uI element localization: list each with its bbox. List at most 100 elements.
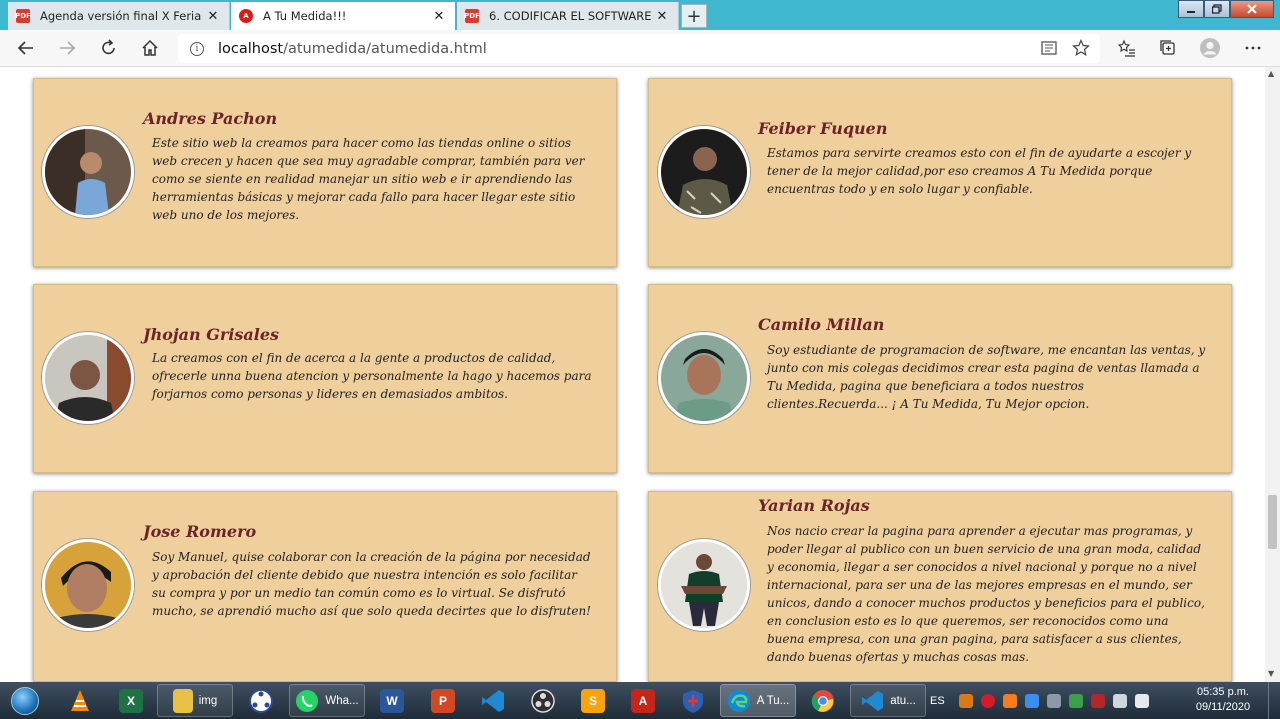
back-button[interactable] <box>13 36 39 60</box>
new-tab-button[interactable]: + <box>681 4 707 28</box>
person-photo-icon <box>661 542 747 628</box>
taskbar-label: atu... <box>890 694 916 707</box>
tab-a-tu-medida[interactable]: A A Tu Medida!!! ✕ <box>231 2 455 30</box>
collections-icon <box>1160 40 1175 55</box>
taskbar-chrome[interactable] <box>803 684 843 717</box>
clock[interactable]: 05:35 p.m. 09/11/2020 <box>1190 685 1256 715</box>
start-button[interactable] <box>4 683 46 718</box>
refresh-button[interactable] <box>96 36 122 60</box>
tab-codificar[interactable]: PDF 6. CODIFICAR EL SOFTWARE HTM ✕ <box>457 2 679 30</box>
browser-toolbar: i localhost/atumedida/atumedida.html <box>0 30 1280 67</box>
chat-icon[interactable] <box>1024 693 1039 708</box>
taskbar: X img Wha... W P S A A Tu... atu... ES 0… <box>0 682 1280 719</box>
avatar <box>42 539 134 631</box>
volume-icon[interactable] <box>1134 693 1149 708</box>
favorites-button[interactable] <box>1114 36 1140 60</box>
shield-icon <box>683 689 703 713</box>
windows-logo-icon <box>11 686 39 715</box>
person-description: Estamos para servirte creamos esto con e… <box>767 146 1192 196</box>
scroll-down-icon[interactable]: ▼ <box>1268 669 1274 678</box>
favorites-list-icon <box>1118 39 1135 57</box>
language-indicator[interactable]: ES <box>930 695 945 707</box>
close-icon <box>1247 4 1257 14</box>
scrollbar-thumb[interactable] <box>1268 495 1277 549</box>
taskbar-edge[interactable]: A Tu... <box>720 684 796 717</box>
scroll-up-icon[interactable]: ▲ <box>1268 69 1274 78</box>
avatar <box>658 126 750 218</box>
person-name: Feiber Fuquen <box>758 119 888 138</box>
system-tray: ES <box>930 682 1157 719</box>
address-bar[interactable]: i localhost/atumedida/atumedida.html <box>178 34 1100 63</box>
taskbar-obs[interactable] <box>523 684 563 717</box>
tray-app-icon[interactable] <box>958 693 973 708</box>
tray-tool-icon[interactable] <box>1046 693 1061 708</box>
edge-icon <box>727 689 750 712</box>
team-card: Jose Romero Soy Manuel, quise colaborar … <box>33 491 617 682</box>
person-photo-icon <box>661 129 747 215</box>
xampp-icon[interactable] <box>1002 693 1017 708</box>
close-window-button[interactable] <box>1230 0 1274 18</box>
team-card: Camilo Millan Soy estudiante de programa… <box>648 284 1232 473</box>
info-icon[interactable]: i <box>190 41 204 56</box>
person-description: Nos nacio crear la pagina para aprender … <box>767 524 1205 664</box>
tab-title: A Tu Medida!!! <box>263 9 347 23</box>
taskbar-vscode-window[interactable]: atu... <box>850 684 926 717</box>
check-icon[interactable] <box>1068 693 1083 708</box>
team-card: Andres Pachon Este sitio web la creamos … <box>33 78 617 267</box>
minimize-button[interactable] <box>1178 0 1204 18</box>
vscode-icon <box>482 689 504 712</box>
taskbar-app-circle[interactable] <box>240 684 282 717</box>
opera-icon[interactable] <box>980 693 995 708</box>
security-icon[interactable] <box>1090 693 1105 708</box>
close-icon[interactable]: ✕ <box>431 9 447 24</box>
taskbar-label: Wha... <box>325 694 359 707</box>
url-path: /atumedida/atumedida.html <box>283 40 487 57</box>
taskbar-sublime[interactable]: S <box>573 684 613 717</box>
angular-icon: A <box>239 9 253 23</box>
more-dots-icon <box>1245 46 1261 50</box>
taskbar-whatsapp[interactable]: Wha... <box>289 684 365 717</box>
taskbar-powerpoint[interactable]: P <box>423 684 463 717</box>
avatar <box>658 539 750 631</box>
whatsapp-icon <box>296 689 319 712</box>
powerpoint-icon: P <box>431 688 455 713</box>
forward-button[interactable] <box>54 36 80 60</box>
taskbar-word[interactable]: W <box>372 684 412 717</box>
team-card: Yarian Rojas Nos nacio crear la pagina p… <box>648 491 1232 682</box>
home-button[interactable] <box>137 36 163 60</box>
network-circle-icon <box>249 688 273 713</box>
profile-button[interactable] <box>1197 36 1223 60</box>
taskbar-vscode[interactable] <box>473 684 513 717</box>
clock-time: 05:35 p.m. <box>1197 686 1249 698</box>
maximize-button[interactable] <box>1204 0 1230 18</box>
url-text: localhost/atumedida/atumedida.html <box>218 41 487 57</box>
chrome-icon <box>811 689 834 712</box>
back-arrow-icon <box>17 41 33 55</box>
taskbar-label: A Tu... <box>756 694 790 707</box>
tab-agenda[interactable]: PDF Agenda versión final X Feria Emp ✕ <box>8 2 230 30</box>
forward-arrow-icon <box>60 41 76 55</box>
person-description: La creamos con el fin de acerca a la gen… <box>152 351 592 401</box>
person-name: Camilo Millan <box>758 315 885 334</box>
avatar <box>42 332 134 424</box>
favorite-star-button[interactable] <box>1068 36 1094 60</box>
close-icon[interactable]: ✕ <box>654 9 670 24</box>
taskbar-vlc[interactable] <box>62 684 98 717</box>
word-icon: W <box>380 688 404 713</box>
taskbar-app-shield[interactable] <box>673 684 713 717</box>
settings-more-button[interactable] <box>1240 36 1266 60</box>
refresh-icon <box>102 39 115 55</box>
excel-icon: X <box>119 688 143 713</box>
close-icon[interactable]: ✕ <box>205 9 221 24</box>
taskbar-img-folder[interactable]: img <box>157 684 233 717</box>
taskbar-excel[interactable]: X <box>111 684 151 717</box>
profile-avatar-icon <box>1200 38 1220 58</box>
person-name: Jhojan Grisales <box>143 325 280 344</box>
collections-button[interactable] <box>1155 36 1181 60</box>
page-scrollbar[interactable]: ▲ ▼ <box>1265 67 1280 682</box>
taskbar-acrobat[interactable]: A <box>623 684 663 717</box>
network-icon[interactable] <box>1112 693 1127 708</box>
show-desktop-button[interactable] <box>1268 682 1280 719</box>
window-controls <box>1178 0 1274 18</box>
reader-mode-button[interactable] <box>1036 36 1062 60</box>
